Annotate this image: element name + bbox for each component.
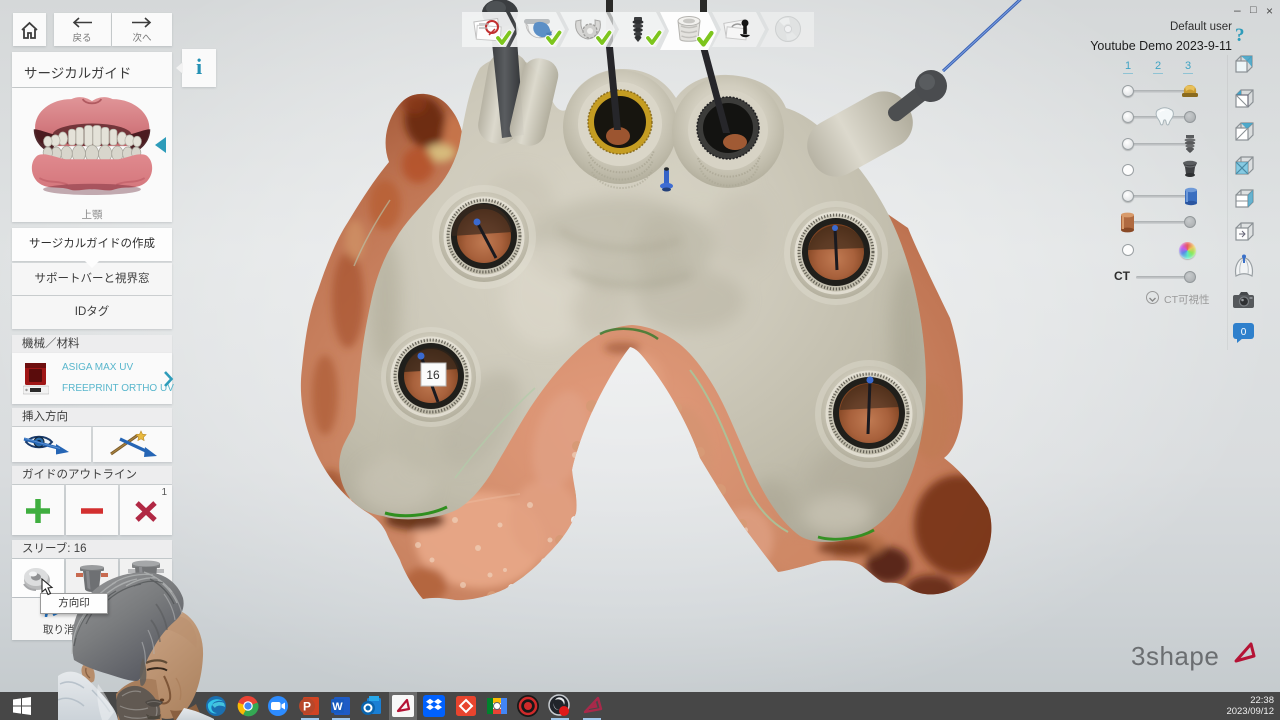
svg-text:P: P bbox=[303, 700, 311, 714]
svg-text:0: 0 bbox=[1241, 327, 1247, 338]
svg-text:W: W bbox=[332, 701, 343, 713]
svg-text:16: 16 bbox=[426, 368, 440, 382]
